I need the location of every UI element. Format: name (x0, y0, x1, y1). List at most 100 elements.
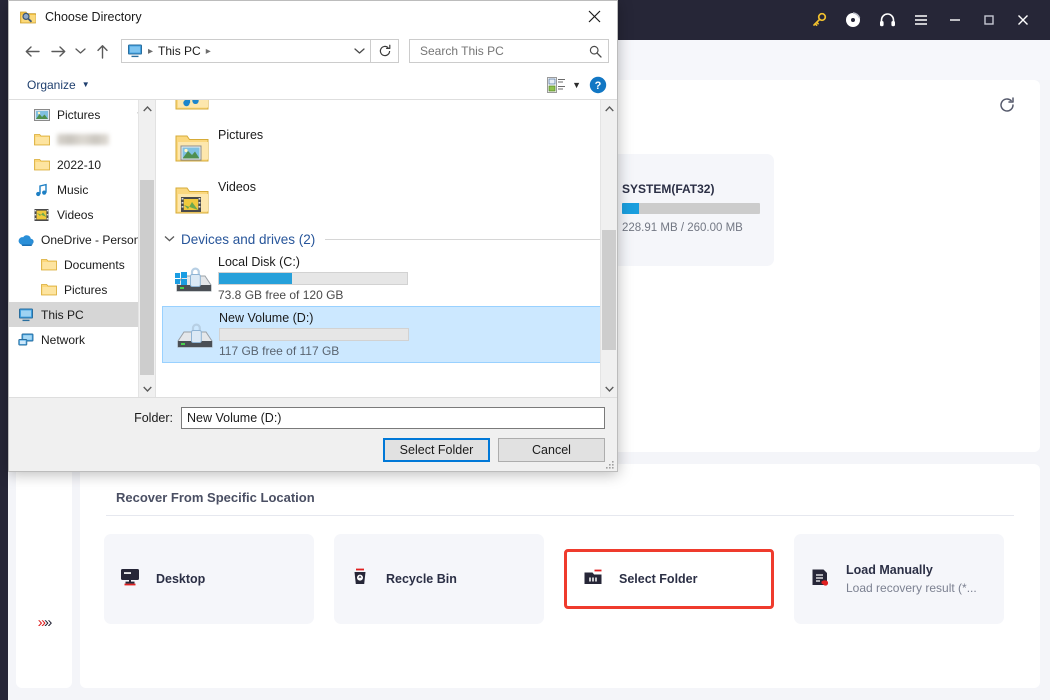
tree-item-2022-10[interactable]: 2022-10 (9, 152, 155, 177)
folder-input[interactable] (181, 407, 605, 429)
breadcrumb[interactable]: ▸ This PC ▸ (122, 44, 348, 58)
tree-item-pictures-pinned[interactable]: Pictures (9, 102, 155, 127)
group-title: Devices and drives (2) (181, 232, 316, 247)
minimize-button[interactable] (938, 0, 972, 40)
location-card-load-manually[interactable]: Load Manually Load recovery result (*... (794, 534, 1004, 624)
organize-button[interactable]: Organize ▼ (27, 78, 90, 92)
location-card-recycle-bin[interactable]: Recycle Bin (334, 534, 544, 624)
headphones-icon[interactable] (870, 0, 904, 40)
scroll-down-icon[interactable] (139, 380, 155, 397)
close-button[interactable] (1006, 0, 1040, 40)
tree-item-label: Pictures (57, 107, 101, 122)
tree-item-network[interactable]: Network (9, 327, 155, 352)
drive-name: Local Disk (C:) (218, 255, 300, 269)
drive-free-text: 73.8 GB free of 120 GB (218, 288, 344, 302)
address-dropdown-icon[interactable] (348, 40, 370, 62)
cancel-button[interactable]: Cancel (498, 438, 605, 462)
menu-icon[interactable] (904, 0, 938, 40)
svg-text:?: ? (595, 80, 602, 92)
tree-item-label: 2022-10 (57, 157, 102, 172)
breadcrumb-separator: ▸ (148, 45, 154, 57)
folder-icon (33, 131, 50, 148)
location-title: Load Manually (846, 563, 933, 577)
navpane-scroll-thumb[interactable] (140, 180, 154, 375)
locations-panel-title: Recover From Specific Location (116, 490, 315, 505)
tree-item-documents[interactable]: Documents (9, 252, 155, 277)
drive-row-new-volume-d[interactable]: New Volume (D:) 117 GB free of 117 GB (162, 306, 607, 363)
dialog-title: Choose Directory (45, 9, 142, 24)
folder-search-icon (19, 8, 37, 26)
chevron-double-right-icon[interactable]: »» (16, 615, 72, 630)
maximize-button[interactable] (972, 0, 1006, 40)
location-card-grid: Desktop Recycle Bin Select Folder Load M… (104, 534, 1016, 624)
key-icon[interactable] (802, 0, 836, 40)
location-subtitle: Load recovery result (*... (846, 581, 977, 595)
local-disk-icon (171, 317, 219, 353)
filepane-scroll-thumb[interactable] (602, 230, 616, 350)
breadcrumb-item-this-pc[interactable]: This PC (158, 44, 201, 58)
file-name: Pictures (218, 128, 264, 142)
recent-locations-button[interactable] (71, 38, 89, 64)
dialog-close-button[interactable] (572, 1, 617, 32)
tree-item-redacted-folder[interactable] (9, 127, 155, 152)
tree-item-onedrive[interactable]: OneDrive - Person (9, 227, 155, 252)
up-button[interactable] (89, 38, 115, 64)
breadcrumb-separator[interactable]: ▸ (203, 46, 214, 57)
search-icon[interactable] (589, 45, 602, 58)
location-card-select-folder-wrap: Select Folder (564, 534, 774, 624)
chevron-down-icon: ▼ (572, 79, 581, 90)
tree-item-label: Pictures (64, 282, 108, 297)
navigation-tree: Pictures 2022-10 Music Videos OneDrive -… (9, 100, 155, 352)
tree-item-this-pc[interactable]: This PC (9, 302, 155, 327)
drive-free-text: 117 GB free of 117 GB (219, 344, 340, 358)
tree-item-videos[interactable]: Videos (9, 202, 155, 227)
view-options-button[interactable]: ▼ (547, 76, 581, 93)
desktop-icon (118, 565, 144, 594)
search-input[interactable] (418, 43, 589, 59)
address-bar[interactable]: ▸ This PC ▸ (121, 39, 371, 63)
tree-item-music[interactable]: Music (9, 177, 155, 202)
location-card-select-folder[interactable]: Select Folder (564, 549, 774, 609)
scroll-up-icon[interactable] (139, 100, 155, 117)
navpane-scrollbar[interactable] (138, 100, 155, 397)
refresh-icon[interactable] (996, 94, 1018, 116)
chevron-down-icon[interactable] (164, 234, 175, 245)
select-folder-button[interactable]: Select Folder (383, 438, 490, 462)
tree-item-label: Videos (57, 207, 94, 222)
refresh-icon[interactable] (371, 39, 399, 63)
dialog-body: Pictures 2022-10 Music Videos OneDrive -… (9, 100, 617, 398)
location-label: Select Folder (619, 572, 698, 586)
file-row-music[interactable]: Music (162, 100, 617, 122)
scroll-up-icon[interactable] (601, 100, 617, 117)
dialog-footer: Folder: Select Folder Cancel (9, 398, 617, 471)
filepane-scrollbar[interactable] (600, 100, 617, 397)
drive-info: New Volume (D:) 117 GB free of 117 GB (219, 311, 606, 358)
view-layout-icon (547, 76, 566, 93)
search-box[interactable] (409, 39, 609, 63)
drive-info: SYSTEM(FAT32) 228.91 MB / 260.00 MB (622, 182, 760, 234)
tree-item-label: Network (41, 332, 86, 347)
resize-grip[interactable] (603, 458, 615, 470)
file-list-pane[interactable]: Music Pictures Videos (156, 100, 617, 397)
forward-button[interactable] (45, 38, 71, 64)
file-list: Music Pictures Videos (156, 100, 617, 363)
drive-row-local-disk-c[interactable]: Local Disk (C:) 73.8 GB free of 120 GB (162, 251, 607, 306)
location-card-desktop[interactable]: Desktop (104, 534, 314, 624)
folder-field-row: Folder: (9, 398, 617, 429)
help-icon[interactable]: ? (589, 76, 607, 94)
drive-name: New Volume (D:) (219, 311, 314, 325)
dialog-toolbar: Organize ▼ ▼ ? (9, 70, 617, 100)
back-button[interactable] (19, 38, 45, 64)
tree-item-label-redacted (57, 134, 109, 145)
folder-label: Folder: (134, 411, 173, 425)
tree-item-pictures-onedrive[interactable]: Pictures (9, 277, 155, 302)
file-row-pictures[interactable]: Pictures (162, 122, 617, 174)
scroll-down-icon[interactable] (601, 380, 617, 397)
drive-usage-bar (219, 328, 409, 341)
disc-icon[interactable] (836, 0, 870, 40)
file-row-videos[interactable]: Videos (162, 174, 617, 226)
navigation-pane[interactable]: Pictures 2022-10 Music Videos OneDrive -… (9, 100, 156, 397)
devices-and-drives-group-header[interactable]: Devices and drives (2) (162, 226, 617, 251)
location-title: Recycle Bin (386, 572, 457, 586)
folder-icon (40, 256, 57, 273)
